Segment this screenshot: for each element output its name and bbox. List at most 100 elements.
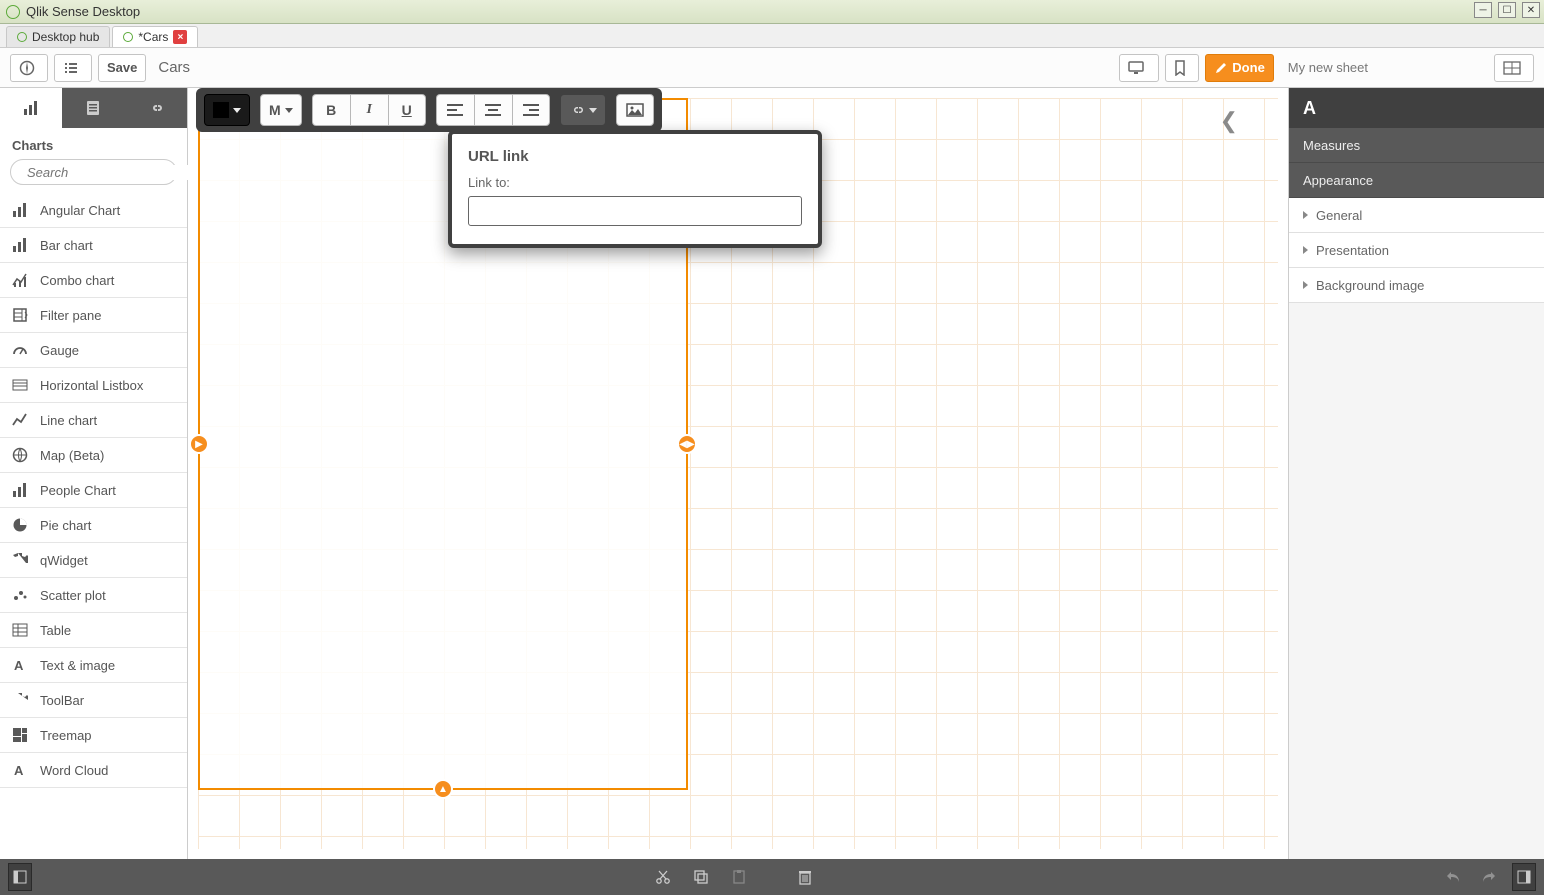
- paste-button[interactable]: [722, 863, 756, 891]
- list-menu-button[interactable]: [54, 54, 92, 82]
- search-input[interactable]: [27, 165, 205, 180]
- resize-handle-right[interactable]: ◀▶: [677, 434, 697, 454]
- list-item[interactable]: Pie chart: [0, 508, 187, 543]
- bookmarks-button[interactable]: [1165, 54, 1199, 82]
- assets-panel: Charts Angular Chart Bar chart Combo cha…: [0, 88, 188, 859]
- link-icon: [569, 102, 585, 118]
- list-item[interactable]: Combo chart: [0, 263, 187, 298]
- minimize-button[interactable]: ─: [1474, 2, 1492, 18]
- monitor-icon: [1128, 61, 1146, 75]
- color-swatch-icon: [213, 102, 229, 118]
- list-item[interactable]: ToolBar: [0, 683, 187, 718]
- list-item[interactable]: People Chart: [0, 473, 187, 508]
- app-title: Cars: [158, 59, 190, 76]
- window-titlebar: Qlik Sense Desktop ─ ☐ ✕: [0, 0, 1544, 24]
- chevron-right-icon: [1303, 246, 1308, 254]
- panel-heading: Charts: [0, 128, 187, 159]
- sheets-button[interactable]: [1494, 54, 1534, 82]
- resize-handle-left[interactable]: ▶: [189, 434, 209, 454]
- insert-image-button[interactable]: [616, 94, 654, 126]
- font-size-button[interactable]: M: [260, 94, 302, 126]
- prop-general[interactable]: General: [1289, 198, 1544, 233]
- image-icon: [626, 103, 644, 117]
- devices-button[interactable]: [1119, 54, 1159, 82]
- undo-button[interactable]: [1436, 863, 1470, 891]
- assets-tab-master[interactable]: [125, 88, 187, 128]
- align-right-button[interactable]: [512, 94, 550, 126]
- list-item[interactable]: Scatter plot: [0, 578, 187, 613]
- chevron-right-icon: [1303, 211, 1308, 219]
- toggle-left-panel-button[interactable]: [8, 863, 32, 891]
- cut-button[interactable]: [646, 863, 680, 891]
- align-center-icon: [485, 104, 501, 116]
- bookmark-icon: [1174, 60, 1186, 76]
- underline-button[interactable]: U: [388, 94, 426, 126]
- tab-strip: Desktop hub *Cars ×: [0, 24, 1544, 48]
- link-icon: [147, 99, 165, 117]
- list-item[interactable]: qWidget: [0, 543, 187, 578]
- align-center-button[interactable]: [474, 94, 512, 126]
- url-input[interactable]: [468, 196, 802, 226]
- delete-button[interactable]: [788, 863, 822, 891]
- list-item[interactable]: Table: [0, 613, 187, 648]
- qlik-logo-icon: [6, 5, 20, 19]
- copy-button[interactable]: [684, 863, 718, 891]
- italic-button[interactable]: I: [350, 94, 388, 126]
- list-item[interactable]: Line chart: [0, 403, 187, 438]
- page-icon: [84, 99, 102, 117]
- prop-background-image[interactable]: Background image: [1289, 268, 1544, 303]
- tab-label: *Cars: [138, 30, 168, 44]
- sheet-name-label[interactable]: My new sheet: [1288, 60, 1368, 75]
- footer-toolbar: [0, 859, 1544, 895]
- global-menu-button[interactable]: [10, 54, 48, 82]
- assets-tab-fields[interactable]: [62, 88, 124, 128]
- done-button[interactable]: Done: [1205, 54, 1274, 82]
- properties-header: A: [1289, 88, 1544, 128]
- close-button[interactable]: ✕: [1522, 2, 1540, 18]
- svg-text:A: A: [14, 763, 24, 778]
- done-label: Done: [1232, 60, 1265, 75]
- insert-link-button[interactable]: [560, 94, 606, 126]
- assets-tab-charts[interactable]: [0, 88, 62, 128]
- popover-title: URL link: [468, 148, 802, 165]
- list-item[interactable]: Horizontal Listbox: [0, 368, 187, 403]
- svg-text:A: A: [14, 658, 24, 673]
- list-item[interactable]: Map (Beta): [0, 438, 187, 473]
- barchart-icon: [22, 99, 40, 117]
- list-item[interactable]: Treemap: [0, 718, 187, 753]
- text-glyph-icon: A: [1303, 98, 1316, 119]
- align-left-icon: [447, 104, 463, 116]
- chevron-right-icon: [1303, 281, 1308, 289]
- qlik-logo-icon: [123, 32, 133, 42]
- list-item[interactable]: Bar chart: [0, 228, 187, 263]
- list-item[interactable]: AText & image: [0, 648, 187, 683]
- tab-desktop-hub[interactable]: Desktop hub: [6, 26, 110, 47]
- align-right-icon: [523, 104, 539, 116]
- search-input-wrap[interactable]: [10, 159, 177, 185]
- link-to-label: Link to:: [468, 175, 802, 190]
- align-left-button[interactable]: [436, 94, 474, 126]
- chart-list: Angular Chart Bar chart Combo chart Filt…: [0, 193, 187, 859]
- text-color-button[interactable]: [204, 94, 250, 126]
- prev-sheet-button[interactable]: ❮: [1220, 108, 1238, 134]
- section-measures[interactable]: Measures: [1289, 128, 1544, 163]
- section-appearance[interactable]: Appearance: [1289, 163, 1544, 198]
- toggle-right-panel-button[interactable]: [1512, 863, 1536, 891]
- maximize-button[interactable]: ☐: [1498, 2, 1516, 18]
- list-item[interactable]: Gauge: [0, 333, 187, 368]
- grid-icon: [1503, 61, 1521, 75]
- text-format-toolbar: M B I U: [196, 88, 662, 132]
- save-button[interactable]: Save: [98, 54, 146, 82]
- redo-button[interactable]: [1472, 863, 1506, 891]
- compass-icon: [19, 60, 35, 76]
- list-item[interactable]: AWord Cloud: [0, 753, 187, 788]
- close-tab-icon[interactable]: ×: [173, 30, 187, 44]
- list-icon: [63, 60, 79, 76]
- app-toolbar: Save Cars Done My new sheet: [0, 48, 1544, 88]
- tab-app-cars[interactable]: *Cars ×: [112, 26, 198, 47]
- resize-handle-bottom[interactable]: ▲: [433, 779, 453, 799]
- list-item[interactable]: Angular Chart: [0, 193, 187, 228]
- prop-presentation[interactable]: Presentation: [1289, 233, 1544, 268]
- bold-button[interactable]: B: [312, 94, 350, 126]
- list-item[interactable]: Filter pane: [0, 298, 187, 333]
